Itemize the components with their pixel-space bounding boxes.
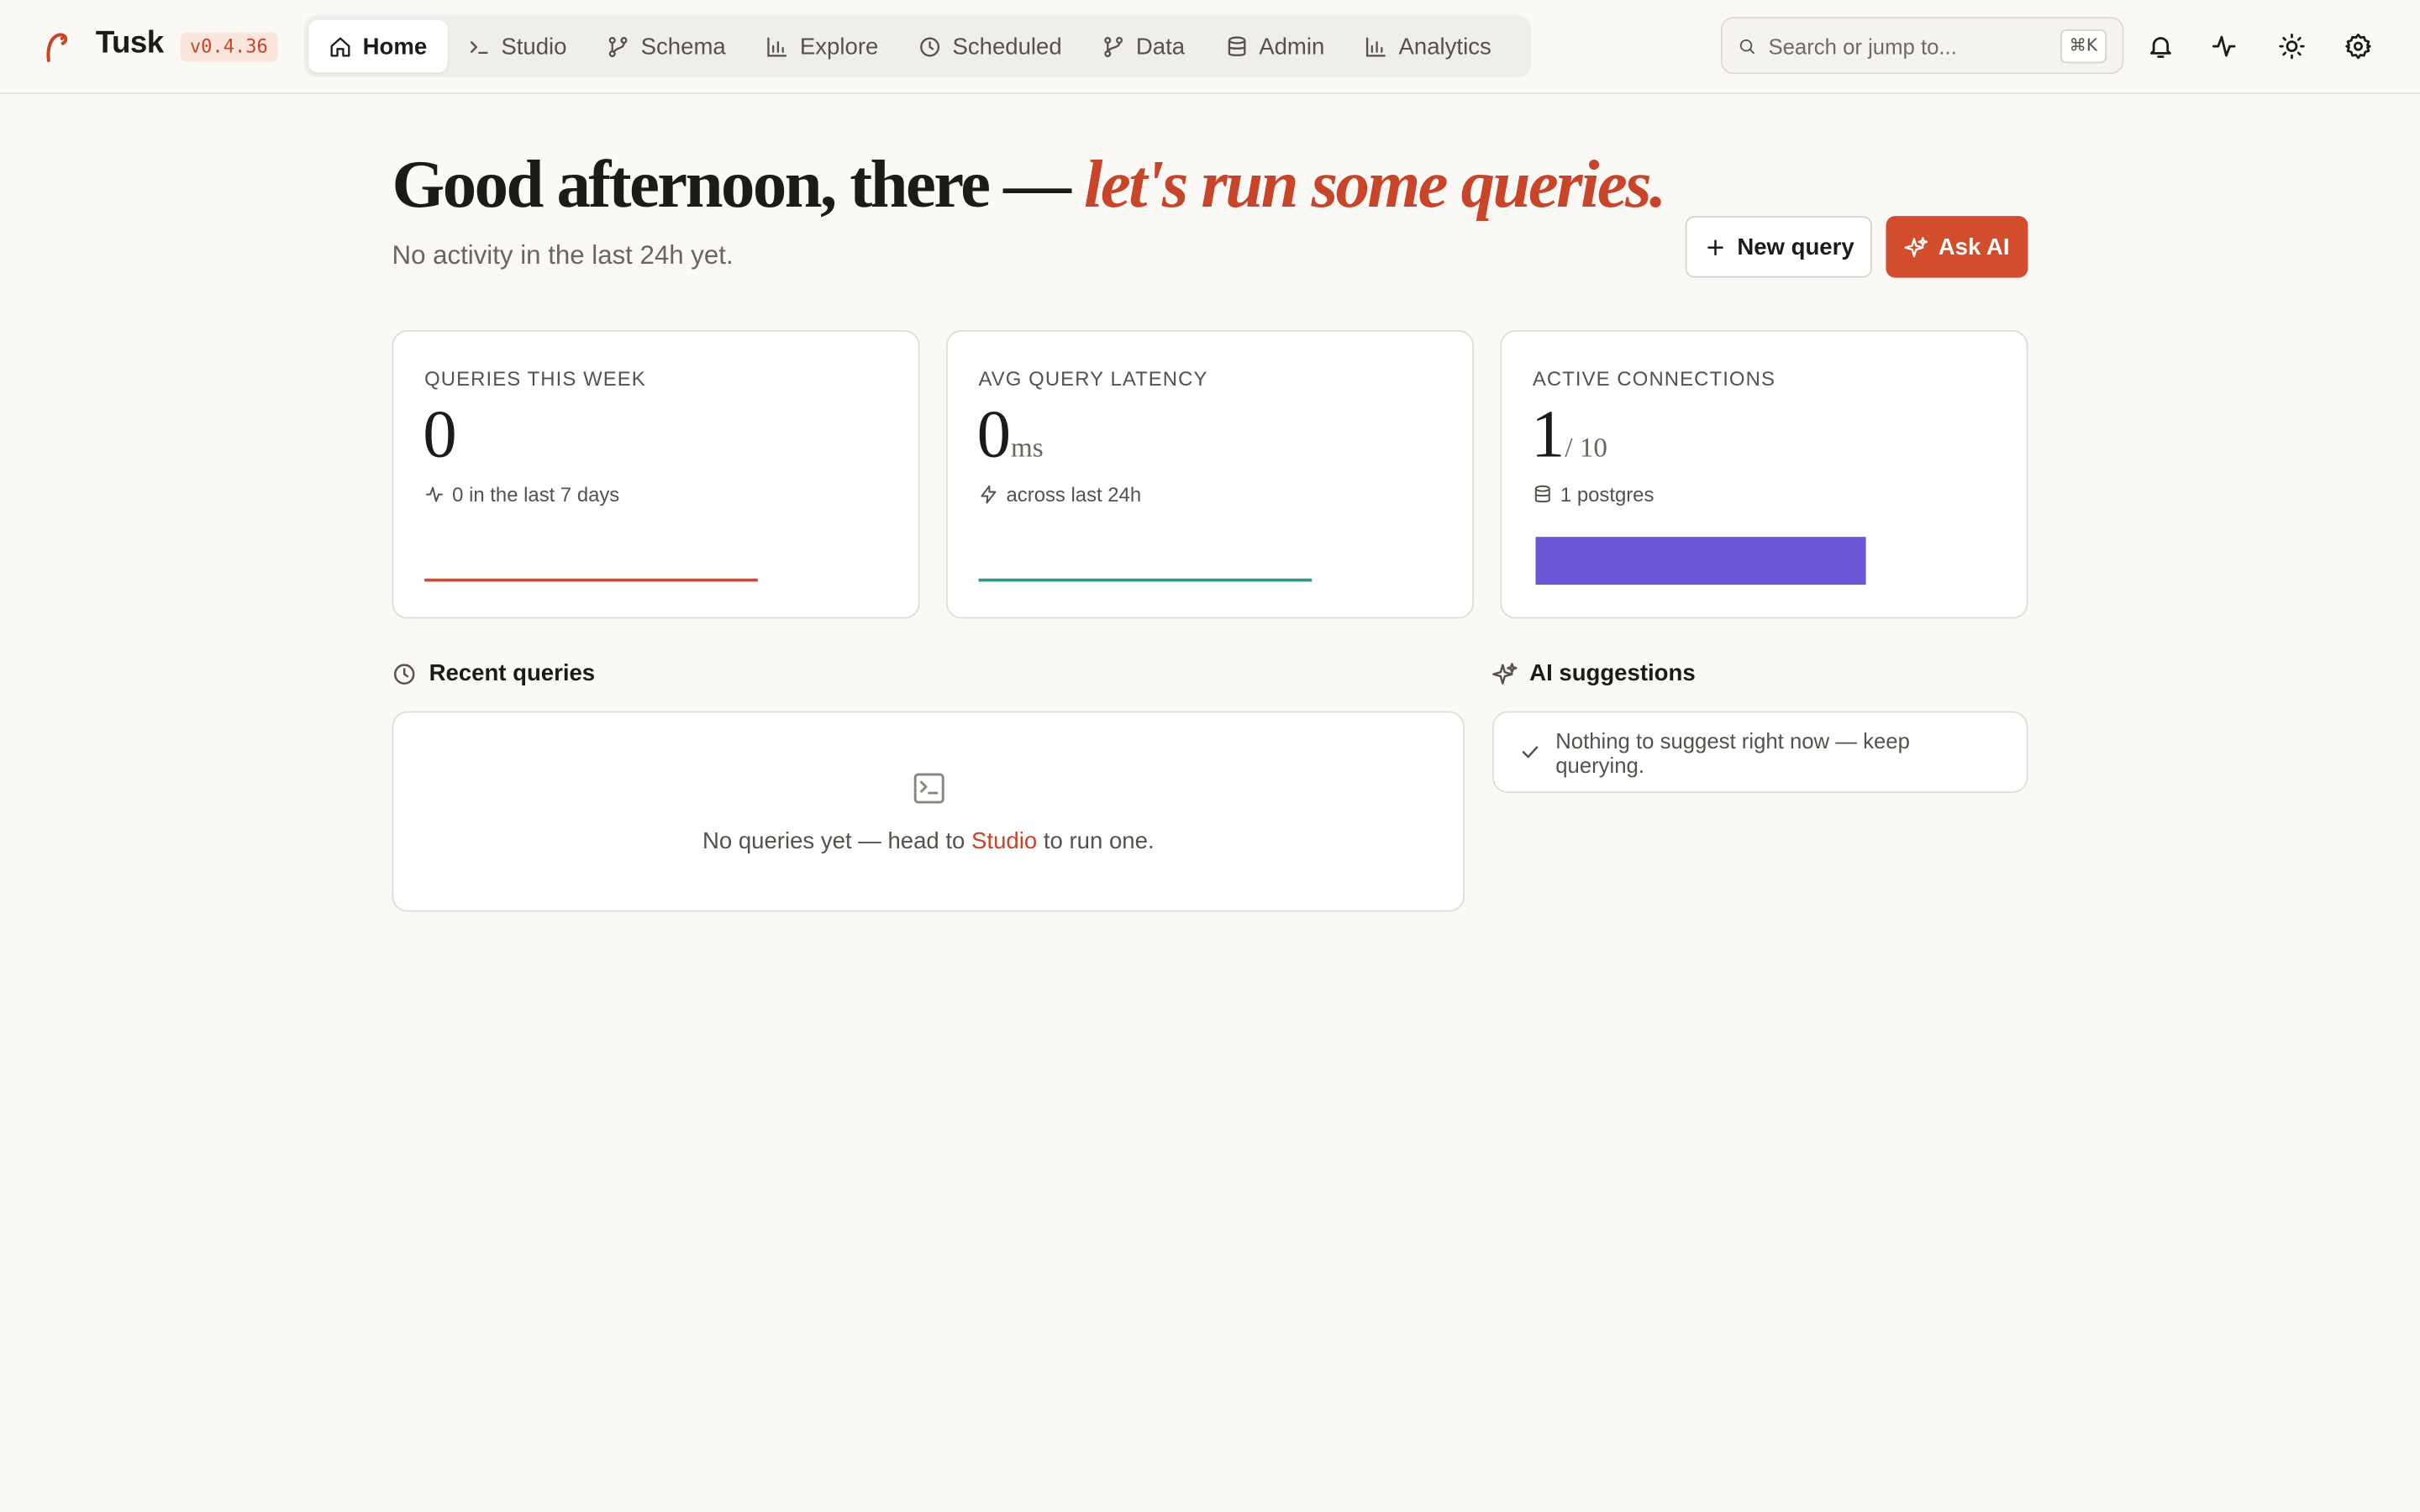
database-icon bbox=[1534, 485, 1550, 503]
nav-item-studio[interactable]: Studio bbox=[447, 20, 587, 72]
nav-item-schema[interactable]: Schema bbox=[587, 20, 745, 72]
connections-max: / 10 bbox=[1565, 432, 1607, 464]
connections-bar bbox=[1535, 537, 1866, 585]
activity-icon bbox=[426, 486, 443, 502]
ai-suggestions-heading: AI suggestions bbox=[1492, 660, 1696, 686]
queries-meta: 0 in the last 7 days bbox=[452, 482, 620, 507]
activity-subtitle: No activity in the last 24h yet. bbox=[392, 240, 734, 270]
nav-item-explore[interactable]: Explore bbox=[746, 20, 899, 72]
ask-ai-button[interactable]: Ask AI bbox=[1886, 216, 2028, 278]
card-value: 1/ 10 bbox=[1531, 393, 1607, 489]
main-nav: Home Studio Schema Explore Scheduled Dat… bbox=[303, 15, 1532, 77]
card-meta: 0 in the last 7 days bbox=[424, 482, 620, 507]
latency-unit: ms bbox=[1011, 432, 1044, 464]
queries-card: QUERIES THIS WEEK 0 0 in the last 7 days bbox=[392, 330, 920, 619]
sparkles-icon bbox=[1492, 662, 1518, 684]
card-label: ACTIVE CONNECTIONS bbox=[1532, 367, 1776, 391]
connections-meta: 1 postgres bbox=[1560, 482, 1655, 507]
schema-icon bbox=[609, 36, 628, 57]
activity-icon bbox=[2212, 35, 2236, 57]
plus-icon bbox=[1707, 239, 1723, 255]
activity-button[interactable] bbox=[2207, 29, 2240, 63]
nav-item-analytics[interactable]: Analytics bbox=[1344, 20, 1511, 72]
nav-label: Analytics bbox=[1398, 33, 1491, 60]
sparkles-icon bbox=[1904, 236, 1928, 257]
terminal-icon bbox=[913, 773, 944, 804]
terminal-icon bbox=[470, 40, 488, 54]
page-title: Good afternoon, there — let's run some q… bbox=[392, 142, 1667, 228]
empty-text-before: No queries yet — head to bbox=[702, 828, 965, 855]
card-value: 0 ms bbox=[977, 393, 1044, 489]
nav-label: Home bbox=[362, 33, 428, 60]
nav-item-home[interactable]: Home bbox=[308, 19, 448, 73]
ai-suggestions-panel: Nothing to suggest right now — keep quer… bbox=[1492, 711, 2028, 794]
greeting-accent: let's run some queries. bbox=[1083, 146, 1666, 223]
bell-icon bbox=[2149, 37, 2171, 58]
home-icon bbox=[330, 36, 350, 56]
check-icon bbox=[1522, 746, 1539, 759]
greeting-text: Good afternoon, there — bbox=[392, 146, 1071, 223]
nav-label: Admin bbox=[1259, 33, 1325, 60]
ask-ai-label: Ask AI bbox=[1938, 234, 2010, 260]
section-title: AI suggestions bbox=[1529, 660, 1696, 687]
card-label: AVG QUERY LATENCY bbox=[978, 367, 1208, 391]
latency-meta: across last 24h bbox=[1006, 482, 1142, 507]
nav-label: Studio bbox=[501, 33, 567, 60]
card-label: QUERIES THIS WEEK bbox=[424, 367, 646, 391]
empty-text-after: to run one. bbox=[1043, 828, 1155, 855]
card-value: 0 bbox=[423, 393, 456, 476]
gear-icon bbox=[2345, 33, 2371, 60]
search-box[interactable]: ⌘K bbox=[1720, 17, 2124, 75]
nav-label: Schema bbox=[640, 33, 726, 60]
app-name[interactable]: Tusk bbox=[96, 26, 164, 61]
nav-item-admin[interactable]: Admin bbox=[1205, 20, 1344, 72]
shortcut-badge: ⌘K bbox=[2060, 28, 2107, 63]
recent-queries-heading: Recent queries bbox=[392, 660, 596, 687]
empty-state-text: No queries yet — head to Studio to run o… bbox=[393, 828, 1463, 854]
bar-chart-icon bbox=[767, 36, 787, 56]
ai-message: Nothing to suggest right now — keep quer… bbox=[1555, 727, 1910, 777]
bar-chart-icon bbox=[1366, 36, 1386, 56]
latency-sparkline bbox=[978, 578, 1313, 582]
search-icon bbox=[1739, 39, 1754, 54]
latency-value: 0 bbox=[976, 396, 1011, 473]
notifications-button[interactable] bbox=[2144, 29, 2177, 63]
top-bar: Tusk v0.4.36 Home Studio Schema Explore … bbox=[0, 0, 2420, 95]
sun-icon bbox=[2279, 33, 2305, 60]
version-badge: v0.4.36 bbox=[180, 32, 277, 62]
latency-card: AVG QUERY LATENCY 0 ms across last 24h bbox=[945, 330, 1475, 619]
nav-item-scheduled[interactable]: Scheduled bbox=[898, 20, 1081, 72]
lightning-icon bbox=[981, 485, 997, 504]
connections-card: ACTIVE CONNECTIONS 1/ 10 1 postgres bbox=[1500, 330, 2028, 619]
queries-value: 0 bbox=[423, 396, 456, 473]
nav-label: Scheduled bbox=[952, 33, 1062, 60]
studio-link[interactable]: Studio bbox=[971, 828, 1037, 854]
new-query-label: New query bbox=[1737, 234, 1854, 260]
git-branch-icon bbox=[1104, 36, 1123, 57]
card-meta: across last 24h bbox=[978, 482, 1142, 507]
settings-button[interactable] bbox=[2341, 29, 2375, 63]
section-title: Recent queries bbox=[429, 660, 596, 687]
clock-icon bbox=[920, 36, 940, 56]
nav-label: Explore bbox=[799, 33, 879, 60]
card-meta: 1 postgres bbox=[1533, 482, 1655, 507]
search-input[interactable] bbox=[1768, 33, 2048, 58]
nav-label: Data bbox=[1135, 33, 1186, 60]
tusk-logo-icon[interactable] bbox=[40, 29, 74, 63]
theme-toggle-button[interactable] bbox=[2275, 29, 2308, 63]
new-query-button[interactable]: New query bbox=[1685, 216, 1872, 278]
database-icon bbox=[1228, 35, 1245, 56]
connections-value: 1 bbox=[1531, 396, 1565, 473]
recent-queries-panel: No queries yet — head to Studio to run o… bbox=[392, 711, 1465, 912]
nav-item-data[interactable]: Data bbox=[1082, 20, 1205, 72]
clock-icon bbox=[393, 663, 415, 684]
queries-sparkline bbox=[424, 578, 758, 582]
